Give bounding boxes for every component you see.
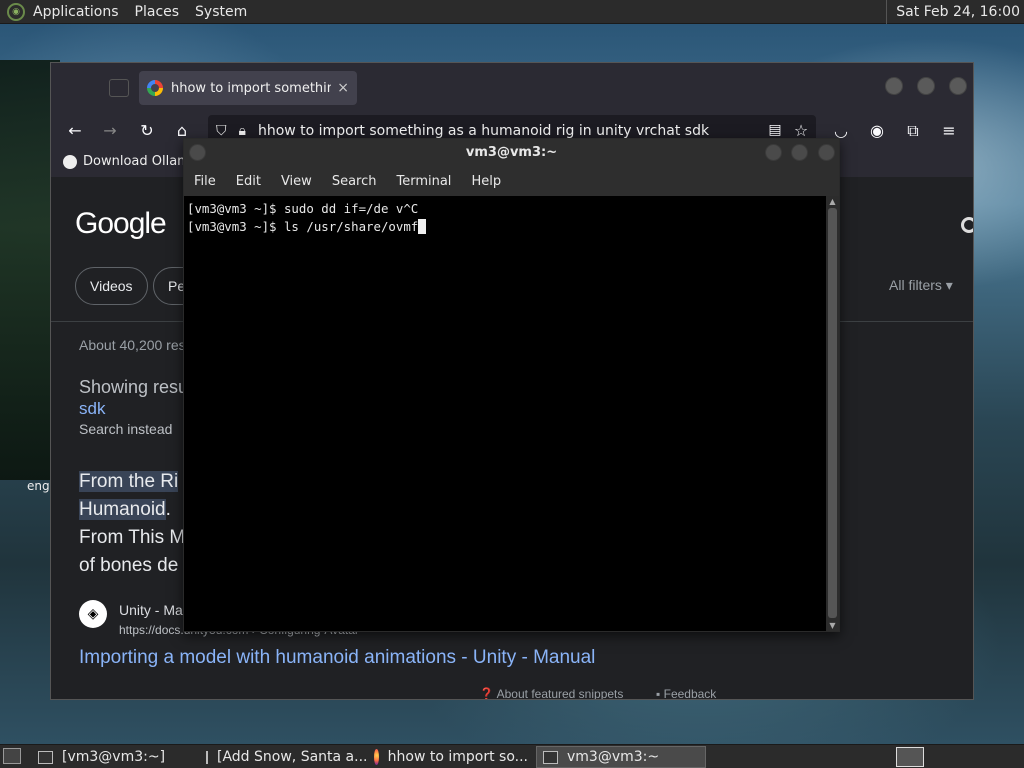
task-label: [Add Snow, Santa a... — [217, 749, 368, 765]
extensions-icon[interactable]: ⧉ — [903, 121, 923, 141]
snippet-line-1: From the Ri — [79, 471, 179, 492]
corrected-query-link[interactable]: sdk — [79, 399, 105, 419]
lock-icon[interactable]: 🔒︎ — [239, 123, 246, 139]
terminal-icon — [543, 750, 558, 764]
google-favicon-icon — [147, 80, 163, 96]
back-arrow-icon[interactable]: ← — [65, 121, 85, 140]
text-cursor — [418, 219, 427, 234]
about-snippets-label: About featured snippets — [496, 687, 624, 700]
bookmark-label: Download Ollama — [83, 154, 198, 169]
help-icon: ❓ — [479, 687, 494, 700]
all-filters-button[interactable]: All filters ▾ — [889, 277, 953, 294]
workspace-switcher[interactable] — [896, 747, 924, 767]
caret-down-icon: ▾ — [945, 277, 953, 293]
terminal-close-button[interactable] — [818, 144, 835, 161]
task-label: hhow to import so... — [387, 749, 528, 765]
terminal-menu-button[interactable] — [189, 144, 206, 161]
tab-list-icon[interactable] — [109, 79, 129, 97]
terminal-line: [vm3@vm3 ~]$ sudo dd if=/de v^C — [187, 201, 419, 216]
google-logo[interactable]: Google — [75, 207, 167, 241]
chip-videos[interactable]: Videos — [75, 267, 148, 305]
results-count: About 40,200 res — [79, 337, 186, 353]
terminal-scrollbar[interactable]: ▲ ▼ — [826, 196, 839, 631]
ollama-icon — [63, 154, 77, 169]
terminal-icon — [38, 750, 53, 764]
browser-tab[interactable]: hhow to import something as a humanoid r… — [139, 71, 357, 105]
terminal-menu-terminal[interactable]: Terminal — [396, 174, 451, 189]
terminal-minimize-button[interactable] — [765, 144, 782, 161]
bottom-panel: [vm3@vm3:~] [Add Snow, Santa a... hhow t… — [0, 744, 1024, 768]
reader-view-icon[interactable]: ▤ — [765, 122, 785, 138]
about-snippets-link[interactable]: ❓ About featured snippets — [479, 687, 624, 700]
bookmark-ollama[interactable]: Download Ollama — [63, 154, 198, 169]
url-text[interactable]: hhow to import something as a humanoid r… — [258, 123, 709, 139]
snippet-line-3: From This M — [79, 527, 186, 548]
reload-icon[interactable]: ↻ — [137, 121, 157, 140]
terminal-title: vm3@vm3:~ — [465, 145, 558, 160]
task-terminal-active[interactable]: vm3@vm3:~ — [536, 746, 706, 768]
terminal-menu-edit[interactable]: Edit — [236, 174, 261, 189]
menu-places[interactable]: Places — [135, 4, 180, 20]
terminal-menu-search[interactable]: Search — [332, 174, 377, 189]
settings-gear-icon[interactable] — [961, 217, 973, 233]
account-icon[interactable]: ◉ — [867, 121, 887, 140]
shield-icon[interactable]: ⛉ — [216, 123, 227, 139]
task-firefox[interactable]: hhow to import so... — [368, 746, 534, 768]
terminal-window: vm3@vm3:~ File Edit View Search Terminal… — [183, 138, 840, 632]
terminal-menubar: File Edit View Search Terminal Help — [184, 167, 839, 196]
task-terminal-1[interactable]: [vm3@vm3:~] — [32, 746, 198, 768]
all-filters-label: All filters — [889, 277, 942, 293]
terminal-menu-help[interactable]: Help — [471, 174, 501, 189]
terminal-output[interactable]: [vm3@vm3 ~]$ sudo dd if=/de v^C [vm3@vm3 … — [184, 196, 827, 631]
feedback-label: Feedback — [663, 687, 717, 700]
terminal-maximize-button[interactable] — [791, 144, 808, 161]
terminal-menu-view[interactable]: View — [281, 174, 312, 189]
task-label: vm3@vm3:~ — [567, 749, 660, 765]
forward-arrow-icon[interactable]: → — [100, 121, 120, 140]
terminal-prompt-line: [vm3@vm3 ~]$ ls /usr/share/ovmf — [187, 219, 419, 234]
top-panel: ◉ Applications Places System Sat Feb 24,… — [0, 0, 1024, 24]
browser-close-button[interactable] — [949, 77, 967, 95]
menu-applications[interactable]: Applications — [33, 4, 119, 20]
unity-logo-icon: ◈ — [79, 600, 107, 628]
desktop-label: eng — [27, 479, 50, 493]
scroll-up-icon[interactable]: ▲ — [828, 197, 837, 206]
menu-system[interactable]: System — [195, 4, 247, 20]
distro-logo-icon[interactable]: ◉ — [7, 2, 25, 21]
terminal-titlebar[interactable]: vm3@vm3:~ — [184, 139, 839, 167]
window-icon — [206, 750, 208, 764]
tab-close-icon[interactable]: × — [337, 80, 349, 96]
task-add-snow[interactable]: [Add Snow, Santa a... — [200, 746, 368, 768]
showing-results: Showing resu — [79, 377, 189, 397]
source-name[interactable]: Unity - Ma — [119, 602, 183, 618]
terminal-line-current: [vm3@vm3 ~]$ ls /usr/share/ovmf — [187, 218, 824, 236]
firefox-icon — [374, 749, 379, 765]
tab-bar: hhow to import something as a humanoid r… — [51, 63, 973, 113]
panel-clock[interactable]: Sat Feb 24, 16:00 — [886, 0, 1024, 24]
feedback-link[interactable]: ▪ Feedback — [656, 687, 717, 700]
task-label: [vm3@vm3:~] — [62, 749, 166, 765]
snippet-line-4: of bones de — [79, 555, 179, 576]
snippet-line-2: Humanoid — [79, 499, 166, 520]
scroll-down-icon[interactable]: ▼ — [828, 621, 837, 630]
search-instead[interactable]: Search instead — [79, 421, 172, 437]
menu-hamburger-icon[interactable]: ≡ — [939, 121, 959, 140]
show-desktop-icon[interactable] — [3, 748, 21, 764]
feedback-icon: ▪ — [656, 687, 661, 700]
scrollbar-thumb[interactable] — [828, 208, 837, 618]
tab-title: hhow to import something as a humanoid r… — [171, 80, 331, 96]
browser-maximize-button[interactable] — [917, 77, 935, 95]
result-title-link[interactable]: Importing a model with humanoid animatio… — [79, 647, 595, 669]
terminal-menu-file[interactable]: File — [194, 174, 216, 189]
browser-minimize-button[interactable] — [885, 77, 903, 95]
